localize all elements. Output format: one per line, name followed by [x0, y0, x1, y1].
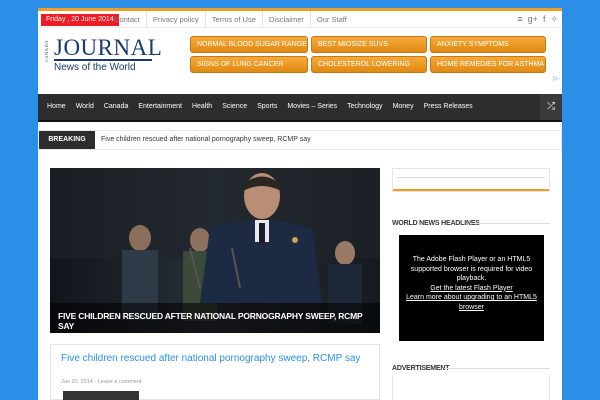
ad-link-cholesterol[interactable]: CHOLESTEROL LOWERING — [311, 56, 427, 73]
rss-icon[interactable]: ≡ — [517, 14, 522, 25]
post-date: Jun 20, 2014 — [61, 379, 93, 385]
ad-link-anxiety[interactable]: ANXIETY SYMPTOMS — [430, 36, 546, 53]
advert-divider — [444, 368, 550, 369]
shuffle-icon[interactable]: ⤮ — [540, 94, 562, 120]
ad-link-asthma[interactable]: HOME REMEDIES FOR ASTHMA — [430, 56, 546, 73]
video-player[interactable]: The Adobe Flash Player or an HTML5 suppo… — [399, 235, 544, 341]
nav-home[interactable]: Home — [42, 94, 71, 120]
flash-player-link[interactable]: Get the latest Flash Player — [405, 284, 538, 294]
post-comments-link[interactable]: Leave a comment — [98, 379, 142, 385]
toplink-terms[interactable]: Terms of Use — [204, 11, 262, 28]
facebook-icon[interactable]: f — [543, 14, 546, 25]
hero-slider[interactable]: FIVE CHILDREN RESCUED AFTER NATIONAL POR… — [50, 168, 380, 333]
breaking-news-bar: BREAKING NEWS Five children rescued afte… — [38, 130, 562, 161]
logo-subtitle: News of the World — [54, 62, 136, 73]
toplink-privacy[interactable]: Privacy policy — [145, 11, 205, 28]
top-bar: Friday , 20 June 2014 Contact Privacy po… — [38, 8, 562, 28]
breaking-news-label: BREAKING NEWS — [39, 131, 95, 161]
nav-sports[interactable]: Sports — [252, 94, 282, 120]
headline-divider — [470, 223, 550, 224]
logo-canada-text: CANADA — [44, 40, 49, 63]
nav-health[interactable]: Health — [187, 94, 217, 120]
ad-link-blood-sugar[interactable]: NORMAL BLOOD SUGAR RANGE — [190, 36, 308, 53]
main-content: FIVE CHILDREN RESCUED AFTER NATIONAL POR… — [38, 158, 562, 400]
nav-canada[interactable]: Canada — [99, 94, 134, 120]
page-container: Friday , 20 June 2014 Contact Privacy po… — [38, 8, 562, 400]
html5-upgrade-link[interactable]: Learn more about upgrading to an HTML5 b… — [405, 293, 538, 312]
nav-world[interactable]: World — [71, 94, 99, 120]
nav-movies-series[interactable]: Movies – Series — [282, 94, 342, 120]
toplink-staff[interactable]: Our Staff — [309, 11, 353, 28]
main-nav: Home World Canada Entertainment Health S… — [38, 94, 562, 122]
logo-rule — [54, 59, 152, 61]
site-logo[interactable]: CANADA JOURNAL News of the World — [44, 36, 162, 80]
post-thumbnail[interactable] — [63, 391, 139, 400]
breaking-news-link[interactable]: Five children rescued after national por… — [101, 131, 311, 149]
post-title[interactable]: Five children rescued after national por… — [61, 352, 361, 365]
hero-caption-bar: FIVE CHILDREN RESCUED AFTER NATIONAL POR… — [50, 303, 380, 333]
flash-message: The Adobe Flash Player or an HTML5 suppo… — [410, 256, 533, 282]
social-icons: ≡ g+ f ✧ — [517, 14, 558, 25]
sidebar-widget-top — [392, 168, 550, 192]
hero-caption[interactable]: FIVE CHILDREN RESCUED AFTER NATIONAL POR… — [58, 311, 380, 331]
ad-links-grid: NORMAL BLOOD SUGAR RANGE BEST MIOSIZE SU… — [190, 36, 546, 73]
post-card: Five children rescued after national por… — [50, 344, 380, 400]
toplink-contact[interactable]: Contact — [108, 11, 146, 28]
nav-entertainment[interactable]: Entertainment — [133, 94, 187, 120]
twitter-icon[interactable]: ✧ — [550, 14, 558, 25]
nav-press-releases[interactable]: Press Releases — [419, 94, 478, 120]
world-news-headlines-title: WORLD NEWS HEADLINES — [392, 220, 480, 227]
nav-money[interactable]: Money — [388, 94, 419, 120]
nav-technology[interactable]: Technology — [342, 94, 387, 120]
nav-science[interactable]: Science — [217, 94, 252, 120]
logo-title: JOURNAL — [54, 35, 163, 60]
ad-link-lung-cancer[interactable]: SIGNS OF LUNG CANCER — [190, 56, 308, 73]
advertisement-box[interactable] — [392, 375, 550, 400]
advertisement-title: ADVERTISEMENT — [392, 365, 450, 372]
toplink-disclaimer[interactable]: Disclaimer — [261, 11, 310, 28]
google-plus-icon[interactable]: g+ — [528, 14, 538, 25]
top-links: Contact Privacy policy Terms of Use Disc… — [108, 11, 353, 28]
adchoices-icon[interactable]: ▷ — [553, 75, 558, 82]
ad-link-suvs[interactable]: BEST MIOSIZE SUVS — [311, 36, 427, 53]
post-meta: Jun 20, 2014 · Leave a comment — [61, 379, 141, 385]
